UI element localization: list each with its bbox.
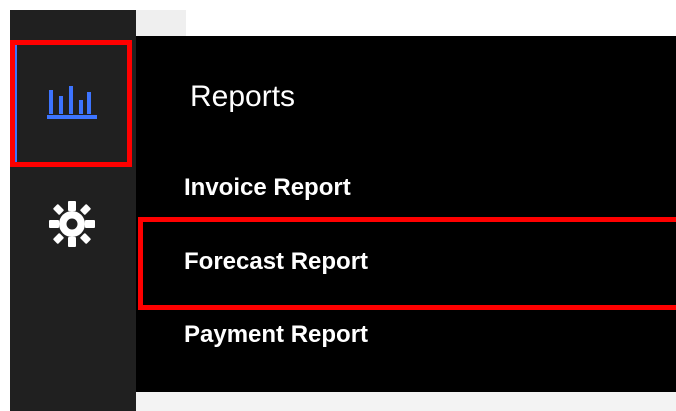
bottom-shade xyxy=(136,392,676,411)
invoice-report-item[interactable]: Invoice Report xyxy=(184,176,351,200)
bar-chart-icon xyxy=(47,86,97,119)
forecast-report-item[interactable]: Forecast Report xyxy=(184,250,368,274)
gear-icon[interactable] xyxy=(46,198,98,250)
payment-report-item[interactable]: Payment Report xyxy=(184,323,368,347)
top-shade xyxy=(136,10,186,36)
flyout-title: Reports xyxy=(190,80,296,113)
